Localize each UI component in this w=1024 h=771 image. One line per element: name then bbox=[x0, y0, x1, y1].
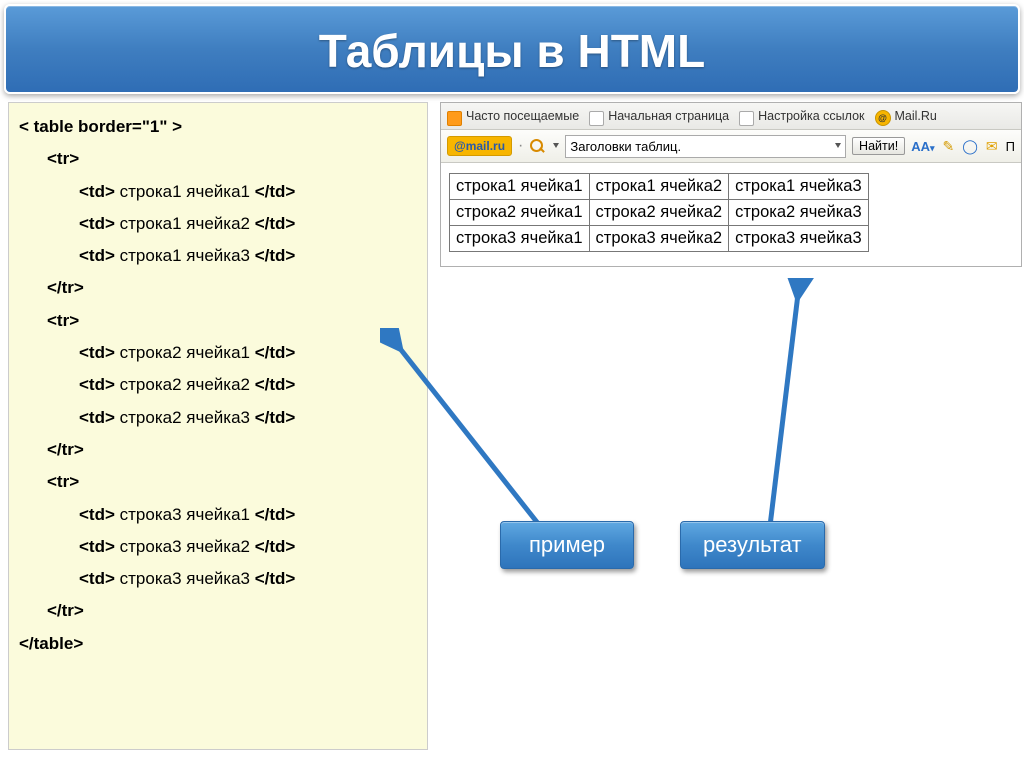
table-cell: строка1 ячейка3 bbox=[729, 174, 869, 200]
toolbar-item[interactable]: П bbox=[1006, 139, 1015, 154]
table-cell: строка2 ячейка2 bbox=[589, 200, 729, 226]
arrow-to-result bbox=[720, 278, 840, 538]
table-row: строка3 ячейка1 строка3 ячейка2 строка3 … bbox=[450, 226, 869, 252]
code-line: <td> строка1 ячейка1 </td> bbox=[19, 176, 417, 208]
code-line: </tr> bbox=[19, 272, 417, 304]
code-line: </tr> bbox=[19, 595, 417, 627]
code-line: </tr> bbox=[19, 434, 417, 466]
code-line: <tr> bbox=[19, 143, 417, 175]
result-table: строка1 ячейка1 строка1 ячейка2 строка1 … bbox=[449, 173, 869, 252]
search-icon[interactable] bbox=[529, 138, 545, 154]
browser-viewport: строка1 ячейка1 строка1 ячейка2 строка1 … bbox=[441, 163, 1021, 266]
search-input[interactable]: Заголовки таблиц. bbox=[565, 135, 846, 158]
bookmark-start[interactable]: Начальная страница bbox=[589, 109, 729, 124]
page-icon bbox=[589, 111, 604, 126]
table-row: строка1 ячейка1 строка1 ячейка2 строка1 … bbox=[450, 174, 869, 200]
dropdown-icon[interactable] bbox=[553, 143, 559, 148]
callout-example: пример bbox=[500, 521, 634, 569]
code-line: </table> bbox=[19, 628, 417, 660]
table-cell: строка2 ячейка3 bbox=[729, 200, 869, 226]
bookmark-links[interactable]: Настройка ссылок bbox=[739, 109, 864, 124]
code-line: <td> строка3 ячейка1 </td> bbox=[19, 499, 417, 531]
table-cell: строка3 ячейка1 bbox=[450, 226, 590, 252]
code-line: <tr> bbox=[19, 305, 417, 337]
browser-result-panel: Часто посещаемые Начальная страница Наст… bbox=[440, 102, 1022, 267]
search-toolbar: @mail.ru · Заголовки таблиц. Найти! AA▾ … bbox=[441, 130, 1021, 163]
dropdown-icon[interactable] bbox=[835, 143, 841, 148]
code-line: <td> строка2 ячейка2 </td> bbox=[19, 369, 417, 401]
code-line: < table border="1" > bbox=[19, 111, 417, 143]
bookmark-frequent[interactable]: Часто посещаемые bbox=[447, 109, 579, 124]
table-cell: строка3 ячейка3 bbox=[729, 226, 869, 252]
code-line: <td> строка3 ячейка3 </td> bbox=[19, 563, 417, 595]
table-row: строка2 ячейка1 строка2 ячейка2 строка2 … bbox=[450, 200, 869, 226]
bookmark-icon bbox=[447, 111, 462, 126]
code-line: <td> строка1 ячейка3 </td> bbox=[19, 240, 417, 272]
content-area: < table border="1" > <tr> <td> строка1 я… bbox=[0, 98, 1024, 758]
table-cell: строка1 ячейка1 bbox=[450, 174, 590, 200]
mailru-badge[interactable]: @mail.ru bbox=[447, 136, 512, 156]
search-button[interactable]: Найти! bbox=[852, 137, 905, 155]
code-example-panel: < table border="1" > <tr> <td> строка1 я… bbox=[8, 102, 428, 750]
callout-result: результат bbox=[680, 521, 825, 569]
bookmarks-bar: Часто посещаемые Начальная страница Наст… bbox=[441, 103, 1021, 130]
table-cell: строка1 ячейка2 bbox=[589, 174, 729, 200]
camera-icon[interactable]: ◯ bbox=[962, 138, 978, 155]
table-cell: строка3 ячейка2 bbox=[589, 226, 729, 252]
text-size-icon[interactable]: AA▾ bbox=[911, 139, 934, 154]
bookmark-mailru[interactable]: @Mail.Ru bbox=[875, 108, 937, 124]
pencil-icon[interactable]: ✎ bbox=[943, 138, 955, 155]
code-line: <td> строка3 ячейка2 </td> bbox=[19, 531, 417, 563]
toolbar-icons: AA▾ ✎ ◯ ✉ П bbox=[911, 138, 1015, 155]
code-line: <td> строка1 ячейка2 </td> bbox=[19, 208, 417, 240]
code-line: <tr> bbox=[19, 466, 417, 498]
code-line: <td> строка2 ячейка1 </td> bbox=[19, 337, 417, 369]
page-title: Таблицы в HTML bbox=[4, 4, 1020, 94]
mail-icon[interactable]: ✉ bbox=[986, 138, 998, 155]
code-line: <td> строка2 ячейка3 </td> bbox=[19, 402, 417, 434]
page-icon bbox=[739, 111, 754, 126]
table-cell: строка2 ячейка1 bbox=[450, 200, 590, 226]
separator: · bbox=[518, 137, 523, 155]
mailru-icon: @ bbox=[875, 110, 891, 126]
